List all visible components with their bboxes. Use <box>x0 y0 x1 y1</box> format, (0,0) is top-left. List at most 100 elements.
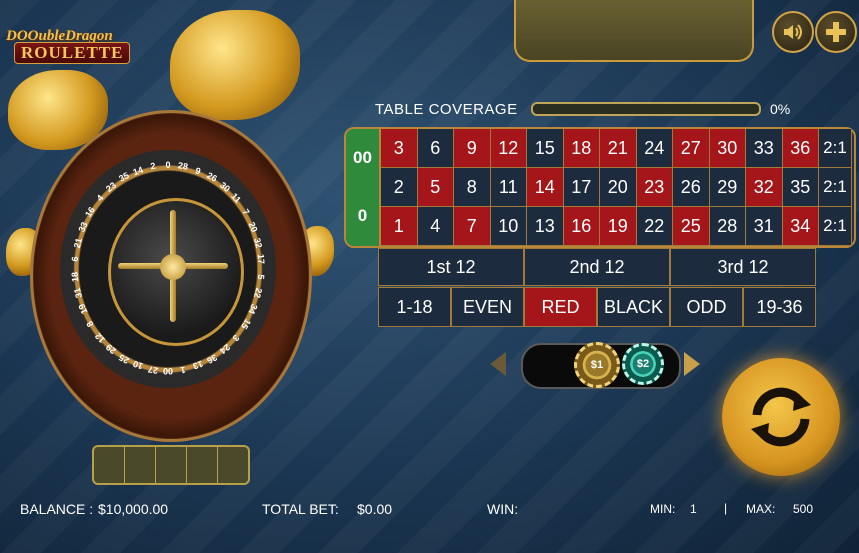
min-value: 1 <box>690 502 697 516</box>
history-slot <box>156 447 187 483</box>
limits-separator: | <box>724 501 728 515</box>
chip-2[interactable]: $2 <box>622 343 664 385</box>
history-slot <box>125 447 156 483</box>
bet-number[interactable]: 13 <box>527 207 564 246</box>
bet-number[interactable]: 5 <box>417 168 454 207</box>
wheel-number: 19 <box>76 302 90 316</box>
bet-number[interactable]: 11 <box>490 168 527 207</box>
wheel-number: 34 <box>246 302 260 316</box>
chip-1[interactable]: $1 <box>574 342 620 388</box>
bet-number[interactable]: 27 <box>673 129 710 168</box>
bet-column-2to1[interactable]: 2:1 <box>819 207 852 246</box>
number-grid: 3 6 9 12 15 18 21 24 27 30 33 36 2:1 2 5 8 11 14 17 20 23 26 2… <box>381 129 852 246</box>
logo-line-2: ROULETTE <box>14 42 131 64</box>
bet-outside-black[interactable]: BLACK <box>597 287 670 327</box>
wheel-number: 22 <box>252 287 265 300</box>
bet-double-zero[interactable]: 00 <box>346 129 379 187</box>
wheel-hub <box>160 254 186 280</box>
plus-icon <box>826 22 846 42</box>
bet-number[interactable]: 14 <box>527 168 564 207</box>
wheel-number: 16 <box>83 204 98 219</box>
bet-number[interactable]: 16 <box>563 207 600 246</box>
bet-number[interactable]: 30 <box>709 129 746 168</box>
bet-zero[interactable]: 0 <box>346 187 379 245</box>
win-label: WIN: <box>487 501 519 517</box>
max-label: MAX: <box>746 502 776 516</box>
history-slot <box>218 447 248 483</box>
bet-number[interactable]: 24 <box>636 129 673 168</box>
bet-outside-odd[interactable]: ODD <box>670 287 743 327</box>
chip-prev-arrow-icon[interactable] <box>490 352 506 376</box>
bet-number[interactable]: 18 <box>563 129 600 168</box>
bet-outside-19-36[interactable]: 19-36 <box>743 287 816 327</box>
bet-number[interactable]: 32 <box>746 168 783 207</box>
wheel-number: 5 <box>255 273 266 280</box>
bet-outside-1-18[interactable]: 1-18 <box>378 287 451 327</box>
wheel-number: 0 <box>165 160 171 170</box>
bet-number[interactable]: 34 <box>782 207 819 246</box>
wheel-number: 15 <box>238 317 253 332</box>
bet-number[interactable]: 20 <box>600 168 637 207</box>
wheel-number: 18 <box>69 271 81 282</box>
bet-second-dozen[interactable]: 2nd 12 <box>524 248 670 286</box>
bet-number[interactable]: 19 <box>600 207 637 246</box>
wheel-number: 33 <box>76 220 90 234</box>
bet-number[interactable]: 33 <box>746 129 783 168</box>
refresh-icon <box>751 387 811 447</box>
wheel-number: 11 <box>229 191 244 206</box>
bet-third-dozen[interactable]: 3rd 12 <box>670 248 816 286</box>
bet-number[interactable]: 9 <box>454 129 491 168</box>
wheel-number: 21 <box>71 236 84 249</box>
bet-number[interactable]: 35 <box>782 168 819 207</box>
bet-number[interactable]: 2 <box>381 168 418 207</box>
bet-number[interactable]: 6 <box>417 129 454 168</box>
bet-number[interactable]: 10 <box>490 207 527 246</box>
dozens-row: 1st 12 2nd 12 3rd 12 <box>378 248 816 286</box>
bet-outside-even[interactable]: EVEN <box>451 287 524 327</box>
betting-table: 00 0 3 6 9 12 15 18 21 24 27 30 33 36 2:1 2 5 8 11 14 17 20… <box>344 127 856 248</box>
bet-number[interactable]: 31 <box>746 207 783 246</box>
total-bet-value: $0.00 <box>357 501 393 517</box>
bet-number[interactable]: 36 <box>782 129 819 168</box>
wheel-number: 31 <box>71 287 84 300</box>
bet-number[interactable]: 28 <box>709 207 746 246</box>
wheel-number: 1 <box>180 364 187 375</box>
wheel-number: 17 <box>255 254 267 265</box>
top-message-panel <box>514 0 754 62</box>
bet-number[interactable]: 21 <box>600 129 637 168</box>
bet-number[interactable]: 22 <box>636 207 673 246</box>
table-coverage-bar <box>531 102 761 116</box>
bet-number[interactable]: 26 <box>673 168 710 207</box>
add-button[interactable] <box>815 11 857 53</box>
bet-number[interactable]: 1 <box>381 207 418 246</box>
bet-first-dozen[interactable]: 1st 12 <box>378 248 524 286</box>
wheel-number: 27 <box>146 363 159 376</box>
chip-next-arrow-icon[interactable] <box>684 352 700 376</box>
wheel-number: 10 <box>131 359 145 372</box>
bet-number[interactable]: 7 <box>454 207 491 246</box>
wheel-number: 00 <box>163 366 174 376</box>
history-slot <box>187 447 218 483</box>
bet-number[interactable]: 25 <box>673 207 710 246</box>
wheel-number: 35 <box>116 170 131 185</box>
bet-column-2to1[interactable]: 2:1 <box>819 168 852 207</box>
bet-number[interactable]: 23 <box>636 168 673 207</box>
bet-number[interactable]: 4 <box>417 207 454 246</box>
bet-outside-red[interactable]: RED <box>524 287 597 327</box>
table-coverage-percent: 0% <box>770 101 791 117</box>
total-bet-label: TOTAL BET: <box>262 501 339 517</box>
bet-column-2to1[interactable]: 2:1 <box>819 129 852 168</box>
bet-number[interactable]: 12 <box>490 129 527 168</box>
history-slot <box>94 447 125 483</box>
bet-number[interactable]: 3 <box>381 129 418 168</box>
bet-number[interactable]: 17 <box>563 168 600 207</box>
sound-button[interactable] <box>772 11 814 53</box>
bet-number[interactable]: 29 <box>709 168 746 207</box>
wheel-number: 32 <box>252 236 265 249</box>
wheel-number: 36 <box>205 351 220 366</box>
right-dragon-decoration <box>170 10 300 120</box>
result-history <box>92 445 250 485</box>
bet-number[interactable]: 8 <box>454 168 491 207</box>
spin-button[interactable] <box>722 358 840 476</box>
bet-number[interactable]: 15 <box>527 129 564 168</box>
